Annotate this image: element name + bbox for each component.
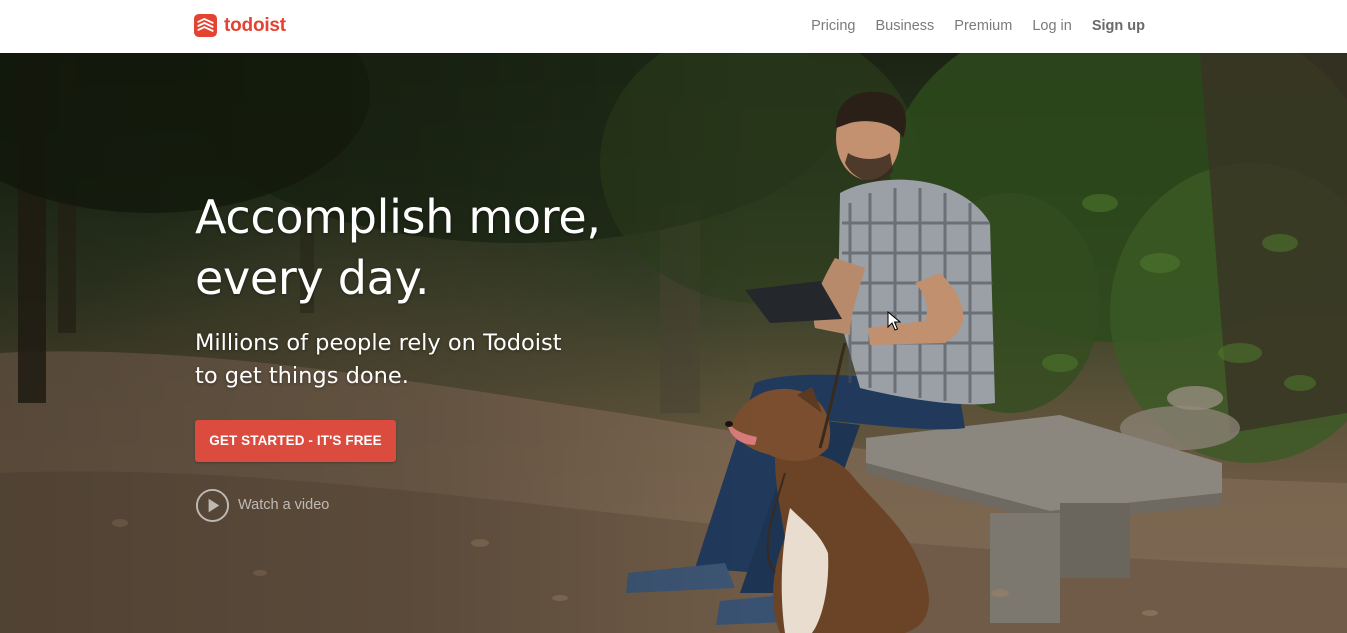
hero-headline: Accomplish more, every day. (195, 187, 715, 309)
play-circle-icon (195, 488, 230, 522)
nav-premium-link[interactable]: Premium (954, 17, 1012, 35)
nav-pricing-link[interactable]: Pricing (811, 17, 855, 35)
main-nav: Pricing Business Premium Log in Sign up (811, 17, 1145, 35)
hero-subheadline-line-1: Millions of people rely on Todoist (195, 330, 562, 356)
nav-business-link[interactable]: Business (875, 17, 934, 35)
todoist-logo-icon (194, 13, 217, 37)
hero-section: Accomplish more, every day. Millions of … (0, 53, 1347, 633)
nav-login-link[interactable]: Log in (1032, 17, 1072, 35)
get-started-button[interactable]: GET STARTED - IT'S FREE (195, 420, 396, 462)
hero-subheadline-line-2: to get things done. (195, 363, 409, 389)
watch-video-label: Watch a video (238, 497, 330, 513)
watch-video-link[interactable]: Watch a video (195, 487, 329, 523)
hero-subheadline: Millions of people rely on Todoist to ge… (195, 327, 635, 393)
nav-signup-link[interactable]: Sign up (1092, 17, 1145, 35)
hero-headline-line-1: Accomplish more, (195, 190, 601, 244)
mouse-cursor-icon (887, 311, 901, 331)
top-navigation-bar: todoist Pricing Business Premium Log in … (0, 0, 1347, 53)
logo-wordmark: todoist (224, 14, 286, 36)
hero-headline-line-2: every day. (195, 251, 430, 305)
todoist-logo-link[interactable]: todoist (194, 12, 286, 38)
